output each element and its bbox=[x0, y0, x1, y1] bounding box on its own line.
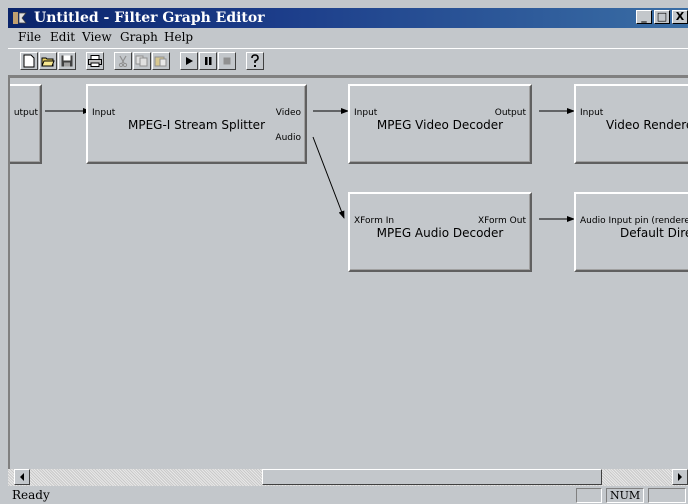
menu-graph[interactable]: Graph bbox=[120, 30, 158, 44]
filter-mpeg-audio-decoder[interactable]: XForm In MPEG Audio Decoder XForm Out bbox=[348, 192, 532, 272]
pin-splitter-audio[interactable]: Audio bbox=[275, 133, 301, 143]
graph-canvas[interactable]: utput Input MPEG-I Stream Splitter Video… bbox=[8, 76, 688, 469]
pin-video-decoder-input[interactable]: Input bbox=[354, 108, 377, 118]
close-button[interactable]: X bbox=[672, 10, 688, 24]
title-bar[interactable]: Untitled - Filter Graph Editor _ □ X bbox=[8, 8, 688, 28]
menu-bar: File Edit View Graph Help bbox=[8, 28, 688, 47]
stop-button[interactable] bbox=[218, 52, 236, 70]
open-button[interactable] bbox=[39, 52, 57, 70]
cut-icon bbox=[118, 55, 128, 67]
filter-mpeg-video-decoder[interactable]: Input MPEG Video Decoder Output bbox=[348, 84, 532, 164]
print-icon bbox=[88, 55, 102, 67]
pin-audio-decoder-output[interactable]: XForm Out bbox=[478, 216, 526, 226]
status-pane-empty bbox=[576, 488, 602, 503]
filter-name: MPEG-I Stream Splitter bbox=[127, 118, 265, 132]
menu-view[interactable]: View bbox=[82, 30, 112, 44]
pin-splitter-video[interactable]: Video bbox=[276, 108, 301, 118]
scroll-left-button[interactable] bbox=[14, 469, 30, 485]
maximize-button[interactable]: □ bbox=[654, 10, 670, 24]
filter-graph-editor-window: Untitled - Filter Graph Editor _ □ X Fil… bbox=[0, 0, 688, 504]
paste-icon bbox=[154, 56, 167, 67]
pin-video-decoder-output[interactable]: Output bbox=[495, 108, 526, 118]
pin-video-renderer-input[interactable]: Input bbox=[580, 108, 603, 118]
app-icon[interactable] bbox=[12, 10, 28, 26]
filter-name: Default Direct bbox=[620, 226, 688, 240]
status-pane-scroll bbox=[648, 488, 686, 503]
filter-source[interactable]: utput bbox=[10, 84, 42, 164]
new-button[interactable] bbox=[20, 52, 38, 70]
menu-graph-label: Graph bbox=[120, 30, 158, 44]
filter-video-renderer[interactable]: Input Video Renderer bbox=[574, 84, 688, 164]
status-bar: Ready NUM bbox=[8, 487, 688, 504]
horizontal-scrollbar[interactable] bbox=[8, 469, 688, 486]
new-icon bbox=[23, 54, 35, 68]
filter-audio-renderer[interactable]: Audio Input pin (rendered) Default Direc… bbox=[574, 192, 688, 272]
arrow-right-icon bbox=[678, 473, 682, 481]
save-icon bbox=[61, 55, 73, 67]
play-icon bbox=[186, 57, 193, 65]
status-num: NUM bbox=[606, 488, 644, 503]
play-button[interactable] bbox=[180, 52, 198, 70]
pin-audio-decoder-input[interactable]: XForm In bbox=[354, 216, 394, 226]
pin-source-output[interactable]: utput bbox=[14, 108, 38, 118]
copy-button[interactable] bbox=[133, 52, 151, 70]
filter-name: MPEG Audio Decoder bbox=[376, 226, 504, 240]
scroll-right-button[interactable] bbox=[672, 469, 688, 485]
stop-icon bbox=[223, 57, 231, 65]
menu-file-label: File bbox=[18, 30, 42, 44]
scroll-thumb[interactable] bbox=[262, 469, 602, 485]
filter-name: Video Renderer bbox=[606, 118, 688, 132]
window-title: Untitled - Filter Graph Editor bbox=[34, 10, 265, 26]
status-text: Ready bbox=[12, 488, 50, 502]
filter-name: MPEG Video Decoder bbox=[376, 118, 504, 132]
filter-mpeg-stream-splitter[interactable]: Input MPEG-I Stream Splitter Video Audio bbox=[86, 84, 307, 164]
menu-view-label: View bbox=[82, 30, 112, 44]
menu-edit-label: Edit bbox=[50, 30, 76, 44]
arrow-left-icon bbox=[20, 473, 24, 481]
help-button[interactable] bbox=[246, 52, 264, 70]
help-icon bbox=[251, 54, 259, 67]
pause-icon bbox=[205, 57, 212, 65]
copy-icon bbox=[135, 55, 148, 67]
toolbar bbox=[8, 48, 688, 76]
save-button[interactable] bbox=[58, 52, 76, 70]
pin-splitter-input[interactable]: Input bbox=[92, 108, 115, 118]
cut-button[interactable] bbox=[114, 52, 132, 70]
menu-file[interactable]: File bbox=[18, 30, 41, 44]
open-icon bbox=[41, 57, 55, 67]
connection-audio-to-decoder[interactable] bbox=[312, 136, 345, 219]
menu-help[interactable]: Help bbox=[164, 30, 193, 44]
paste-button[interactable] bbox=[152, 52, 170, 70]
menu-help-label: Help bbox=[164, 30, 194, 44]
menu-edit[interactable]: Edit bbox=[50, 30, 75, 44]
minimize-button[interactable]: _ bbox=[636, 10, 652, 24]
pause-button[interactable] bbox=[199, 52, 217, 70]
pin-audio-renderer-input[interactable]: Audio Input pin (rendered) bbox=[580, 216, 688, 226]
print-button[interactable] bbox=[86, 52, 104, 70]
